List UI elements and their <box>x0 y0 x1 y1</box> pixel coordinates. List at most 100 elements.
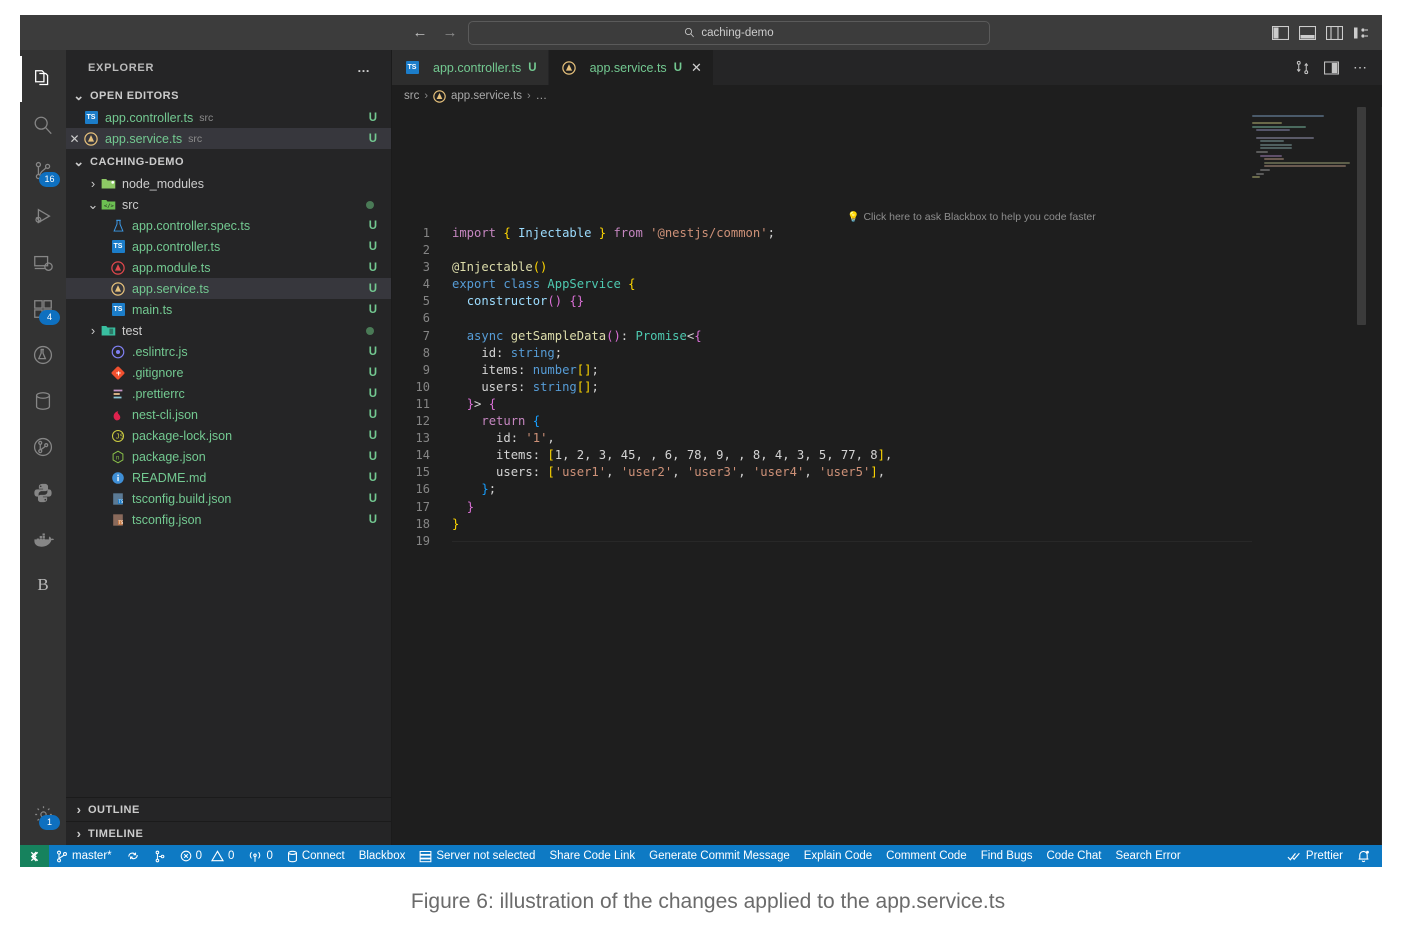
line-number: 12 <box>392 413 452 430</box>
code-text: export class AppService { <box>452 276 635 293</box>
activitybar-item-source-control[interactable]: 16 <box>20 148 66 194</box>
lightbulb-icon: 💡 <box>847 212 859 223</box>
code-text: id: '1', <box>452 430 555 447</box>
chevron-right-icon[interactable]: › <box>86 176 100 191</box>
tab-git-status: U <box>674 62 682 74</box>
tsconfig-icon: TS <box>110 512 126 528</box>
more-actions-icon[interactable]: ⋯ <box>1353 59 1368 76</box>
tree-item-tsconfig[interactable]: TS tsconfig.json U <box>66 509 391 530</box>
tree-item-package-json[interactable]: n package.json U <box>66 446 391 467</box>
line-number: 9 <box>392 362 452 379</box>
git-status: U <box>369 514 377 526</box>
activitybar-item-python[interactable] <box>20 470 66 516</box>
tree-item-test[interactable]: › test <box>66 320 391 341</box>
find-bugs-label: Find Bugs <box>981 850 1033 862</box>
activitybar-item-blackbox[interactable]: B <box>20 562 66 608</box>
breadcrumb-file[interactable]: app.service.ts <box>451 90 522 102</box>
activitybar-item-search[interactable] <box>20 102 66 148</box>
status-ports[interactable]: 0 <box>241 845 279 867</box>
customize-layout-icon[interactable] <box>1353 26 1370 40</box>
panel-outline[interactable]: › OUTLINE <box>66 797 391 821</box>
status-code-chat[interactable]: Code Chat <box>1039 845 1108 867</box>
blackbox-inline-hint[interactable]: 💡 Click here to ask Blackbox to help you… <box>847 211 1096 223</box>
arrow-left-icon[interactable]: ← <box>412 25 428 40</box>
editor-minimap[interactable] <box>1252 107 1368 845</box>
tree-item-gitignore[interactable]: .gitignore U <box>66 362 391 383</box>
toggle-secondary-sidebar-icon[interactable] <box>1326 26 1343 40</box>
panel-timeline[interactable]: › TIMELINE <box>66 821 391 845</box>
activitybar-item-docker[interactable] <box>20 516 66 562</box>
status-sync-changes[interactable] <box>119 845 147 867</box>
line-number: 1 <box>392 225 452 242</box>
activitybar-item-test-explorer[interactable] <box>20 332 66 378</box>
breadcrumb-symbols[interactable]: … <box>536 90 548 102</box>
chevron-down-icon[interactable]: ⌄ <box>86 197 100 213</box>
status-generate-commit-message[interactable]: Generate Commit Message <box>642 845 797 867</box>
tab-app-controller[interactable]: TS app.controller.ts U <box>392 50 549 85</box>
tree-item-app-controller-spec[interactable]: app.controller.spec.ts U <box>66 215 391 236</box>
tree-item-node-modules[interactable]: › node_modules <box>66 173 391 194</box>
scrollbar-thumb[interactable] <box>1357 107 1366 325</box>
code-line: 8 id: string; <box>392 345 1382 362</box>
section-open-editors[interactable]: ⌄ OPEN EDITORS <box>66 85 391 107</box>
status-bar: master* 0 0 0 <box>20 845 1382 867</box>
status-explain-code[interactable]: Explain Code <box>797 845 879 867</box>
activitybar-item-run-and-debug[interactable] <box>20 194 66 240</box>
tree-item-app-service[interactable]: app.service.ts U <box>66 278 391 299</box>
status-problems[interactable]: 0 0 <box>173 845 242 867</box>
open-editor-app-service[interactable]: ✕ app.service.ts src U <box>66 128 391 149</box>
tree-item-nest-cli[interactable]: nest-cli.json U <box>66 404 391 425</box>
chevron-right-icon[interactable]: › <box>86 323 100 338</box>
tree-item-tsconfig-build[interactable]: TS tsconfig.build.json U <box>66 488 391 509</box>
tree-item-main[interactable]: TS main.ts U <box>66 299 391 320</box>
close-icon[interactable]: ✕ <box>66 132 83 146</box>
activitybar-item-remote-explorer[interactable] <box>20 240 66 286</box>
tree-item-app-module[interactable]: app.module.ts U <box>66 257 391 278</box>
activitybar-item-extensions[interactable]: 4 <box>20 286 66 332</box>
toggle-panel-icon[interactable] <box>1299 26 1316 40</box>
sidebar-bottom-panels: › OUTLINE › TIMELINE <box>66 797 391 845</box>
code-line: 13 id: '1', <box>392 430 1382 447</box>
status-blackbox[interactable]: Blackbox <box>352 845 413 867</box>
toggle-primary-sidebar-icon[interactable] <box>1272 26 1289 40</box>
chevron-right-icon: › <box>72 802 86 817</box>
tree-item-prettierrc[interactable]: .prettierrc U <box>66 383 391 404</box>
status-bar-right: Prettier <box>1280 845 1382 867</box>
code-editor[interactable]: 💡 Click here to ask Blackbox to help you… <box>392 107 1382 845</box>
tree-item-src[interactable]: ⌄ </> src <box>66 194 391 215</box>
source-control-compare-icon[interactable] <box>1295 60 1310 75</box>
tree-item-package-lock[interactable]: JS package-lock.json U <box>66 425 391 446</box>
tree-item-readme[interactable]: README.md U <box>66 467 391 488</box>
close-icon[interactable]: ✕ <box>691 60 702 76</box>
status-search-error[interactable]: Search Error <box>1108 845 1187 867</box>
arrow-right-icon[interactable]: → <box>442 25 458 40</box>
tab-label: app.service.ts <box>590 61 667 75</box>
split-editor-icon[interactable] <box>1324 61 1339 75</box>
breadcrumb-src[interactable]: src <box>404 90 419 102</box>
explain-code-label: Explain Code <box>804 850 872 862</box>
git-status: U <box>369 304 377 316</box>
status-server-selection[interactable]: Server not selected <box>412 845 542 867</box>
status-find-bugs[interactable]: Find Bugs <box>974 845 1040 867</box>
status-connect[interactable]: Connect <box>280 845 352 867</box>
tree-item-app-controller[interactable]: TS app.controller.ts U <box>66 236 391 257</box>
tree-item-eslintrc[interactable]: .eslintrc.js U <box>66 341 391 362</box>
activitybar-item-database[interactable] <box>20 378 66 424</box>
status-prettier[interactable]: Prettier <box>1280 845 1350 867</box>
status-branch[interactable]: master* <box>49 845 119 867</box>
open-editor-app-controller[interactable]: TS app.controller.ts src U <box>66 107 391 128</box>
git-status: U <box>369 493 377 505</box>
status-share-code-link[interactable]: Share Code Link <box>542 845 642 867</box>
status-git-graph[interactable] <box>147 845 173 867</box>
status-comment-code[interactable]: Comment Code <box>879 845 974 867</box>
status-notifications[interactable] <box>1350 845 1382 867</box>
section-workspace[interactable]: ⌄ CACHING-DEMO <box>66 151 391 173</box>
editor-scrollbar[interactable] <box>1354 107 1368 845</box>
activitybar-item-explorer[interactable] <box>20 56 66 102</box>
activitybar-item-manage-settings[interactable]: 1 <box>20 791 66 837</box>
tab-app-service[interactable]: app.service.ts U ✕ <box>549 50 714 85</box>
activitybar-item-git-graph[interactable] <box>20 424 66 470</box>
quick-open-input[interactable]: caching-demo <box>468 21 990 45</box>
sidebar-more-actions-icon[interactable]: … <box>357 60 371 75</box>
status-remote-window[interactable] <box>20 845 49 867</box>
